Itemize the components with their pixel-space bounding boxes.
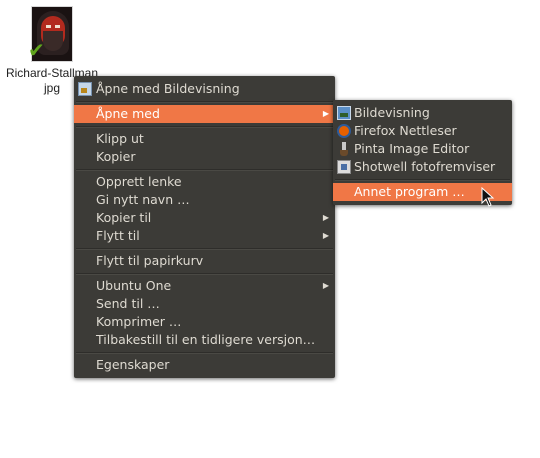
- mouse-pointer-icon: [481, 187, 495, 207]
- menu-item-properties[interactable]: Egenskaper: [74, 356, 335, 374]
- menu-item-label: Flytt til: [96, 228, 140, 243]
- menu-item-label: Kopier til: [96, 210, 152, 225]
- menu-item-label: Gi nytt navn …: [96, 192, 190, 207]
- menu-item-label: Klipp ut: [96, 131, 144, 146]
- submenu-item-label: Shotwell fotofremviser: [354, 159, 496, 174]
- menu-item-send-to[interactable]: Send til …: [74, 295, 335, 313]
- menu-item-open-with[interactable]: Åpne med ▶: [74, 105, 335, 123]
- menu-item-open-with-image-viewer[interactable]: Åpne med Bildevisning: [74, 80, 335, 98]
- submenu-item-pinta[interactable]: Pinta Image Editor: [333, 140, 512, 158]
- menu-separator: [76, 352, 333, 354]
- menu-item-label: Komprimer …: [96, 314, 182, 329]
- firefox-icon: [337, 124, 351, 138]
- menu-item-label: Send til …: [96, 296, 160, 311]
- menu-item-label: Egenskaper: [96, 357, 170, 372]
- menu-item-label: Kopier: [96, 149, 136, 164]
- submenu-item-shotwell[interactable]: Shotwell fotofremviser: [333, 158, 512, 176]
- menu-item-label: Flytt til papirkurv: [96, 253, 204, 268]
- menu-item-move-to-trash[interactable]: Flytt til papirkurv: [74, 252, 335, 270]
- submenu-arrow-icon: ▶: [322, 213, 329, 222]
- submenu-arrow-icon: ▶: [322, 231, 329, 240]
- submenu-arrow-icon: ▶: [322, 281, 329, 290]
- portrait-eye: [55, 25, 60, 28]
- menu-item-create-link[interactable]: Opprett lenke: [74, 173, 335, 191]
- menu-separator: [335, 179, 510, 181]
- menu-item-move-to[interactable]: Flytt til ▶: [74, 227, 335, 245]
- menu-item-label: Opprett lenke: [96, 174, 182, 189]
- menu-item-rename[interactable]: Gi nytt navn …: [74, 191, 335, 209]
- portrait-eye: [46, 25, 51, 28]
- image-viewer-icon: [337, 106, 351, 120]
- submenu-item-firefox[interactable]: Firefox Nettleser: [333, 122, 512, 140]
- menu-separator: [76, 101, 333, 103]
- menu-item-copy-to[interactable]: Kopier til ▶: [74, 209, 335, 227]
- submenu-item-label: Bildevisning: [354, 105, 430, 120]
- menu-separator: [76, 248, 333, 250]
- menu-separator: [76, 273, 333, 275]
- menu-item-label: Åpne med Bildevisning: [96, 81, 240, 96]
- menu-separator: [76, 169, 333, 171]
- menu-item-label: Åpne med: [96, 106, 160, 121]
- submenu-arrow-icon: ▶: [322, 109, 329, 118]
- menu-item-label: Tilbakestill til en tidligere versjon…: [96, 332, 316, 347]
- menu-separator: [76, 126, 333, 128]
- menu-item-ubuntu-one[interactable]: Ubuntu One ▶: [74, 277, 335, 295]
- submenu-item-image-viewer[interactable]: Bildevisning: [333, 104, 512, 122]
- submenu-item-label: Pinta Image Editor: [354, 141, 470, 156]
- submenu-item-label: Annet program …: [354, 184, 465, 199]
- menu-item-cut[interactable]: Klipp ut: [74, 130, 335, 148]
- menu-item-compress[interactable]: Komprimer …: [74, 313, 335, 331]
- menu-item-label: Ubuntu One: [96, 278, 172, 293]
- paintbrush-icon: [337, 142, 351, 156]
- image-viewer-icon: [78, 82, 92, 96]
- checkmark-emblem-icon: ✔: [28, 38, 45, 62]
- menu-item-copy[interactable]: Kopier: [74, 148, 335, 166]
- shotwell-icon: [337, 160, 351, 174]
- context-menu: Åpne med Bildevisning Åpne med ▶ Klipp u…: [74, 76, 335, 378]
- menu-item-restore-previous-version[interactable]: Tilbakestill til en tidligere versjon…: [74, 331, 335, 349]
- submenu-item-label: Firefox Nettleser: [354, 123, 457, 138]
